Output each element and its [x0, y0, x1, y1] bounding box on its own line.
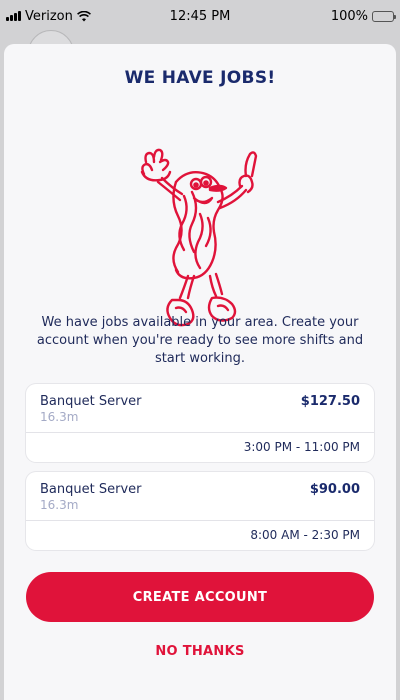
carrier-label: Verizon	[25, 8, 73, 24]
job-title: Banquet Server	[40, 482, 142, 497]
job-distance: 16.3m	[40, 410, 79, 424]
no-thanks-button[interactable]: NO THANKS	[4, 644, 396, 659]
cellular-signal-icon	[6, 11, 21, 21]
status-right: 100%	[330, 8, 396, 24]
job-pay: $90.00	[309, 482, 360, 497]
job-pay: $127.50	[300, 394, 360, 409]
create-account-button[interactable]: CREATE ACCOUNT	[26, 572, 374, 622]
mascot-illustration	[140, 148, 258, 327]
job-card[interactable]: Banquet Server 16.3m $127.50 3:00 PM - 1…	[26, 384, 374, 462]
job-card[interactable]: Banquet Server 16.3m $90.00 8:00 AM - 2:…	[26, 472, 374, 550]
job-distance: 16.3m	[40, 498, 79, 512]
card-divider	[26, 520, 374, 521]
wifi-icon	[76, 10, 91, 21]
job-hours: 3:00 PM - 11:00 PM	[243, 440, 360, 454]
status-left: Verizon	[6, 9, 91, 24]
job-title: Banquet Server	[40, 394, 142, 409]
status-bar: Verizon 12:45 PM 100%	[0, 0, 400, 32]
modal-title: WE HAVE JOBS!	[124, 68, 276, 88]
card-divider	[26, 432, 374, 433]
battery-icon	[372, 10, 396, 22]
jobs-modal: WE HAVE JOBS! We have jobs available in …	[4, 44, 396, 700]
job-hours: 8:00 AM - 2:30 PM	[250, 528, 360, 542]
battery-percent: 100%	[330, 8, 368, 24]
modal-description: We have jobs available in your area. Cre…	[36, 315, 364, 366]
